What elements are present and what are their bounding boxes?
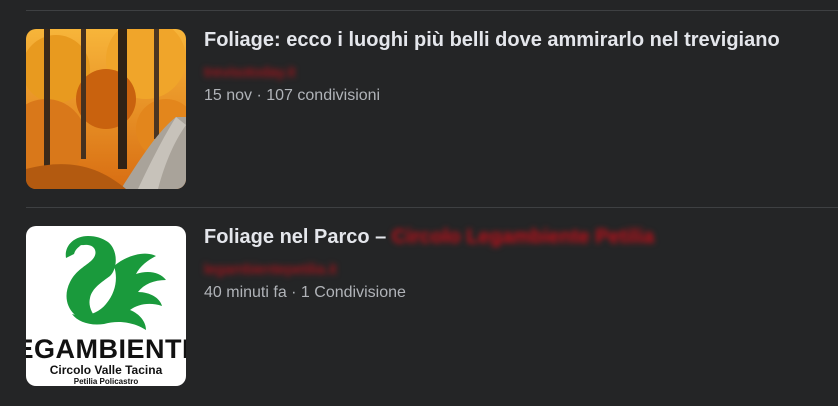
result-title-redacted: Circolo Legambiente Petilia [391,226,655,248]
result-source-redacted[interactable]: trevisotoday.it [204,64,295,81]
logo-wordmark: EGAMBIENTE [26,334,186,364]
legambiente-logo-thumbnail[interactable]: EGAMBIENTE Circolo Valle Tacina Petilia … [26,226,186,386]
logo-line1: Circolo Valle Tacina [50,363,163,377]
result-meta: 40 minuti fa · 1 Condivisione [204,284,406,301]
result-source-redacted[interactable]: legambientepetilia.it [204,261,337,278]
result-title[interactable]: Foliage nel Parco – Circolo Legambiente … [204,226,654,249]
autumn-forest-thumbnail[interactable] [26,29,186,189]
top-divider [26,10,838,11]
item-divider [26,207,838,208]
result-item-foliage-parco[interactable]: EGAMBIENTE Circolo Valle Tacina Petilia … [26,226,838,386]
result-title[interactable]: Foliage: ecco i luoghi più belli dove am… [204,29,780,52]
result-item-foliage-trevigiano[interactable]: Foliage: ecco i luoghi più belli dove am… [26,29,838,189]
result-title-visible: Foliage nel Parco – [204,226,387,248]
logo-line2: Petilia Policastro [74,377,139,386]
result-meta: 15 nov · 107 condivisioni [204,87,381,104]
